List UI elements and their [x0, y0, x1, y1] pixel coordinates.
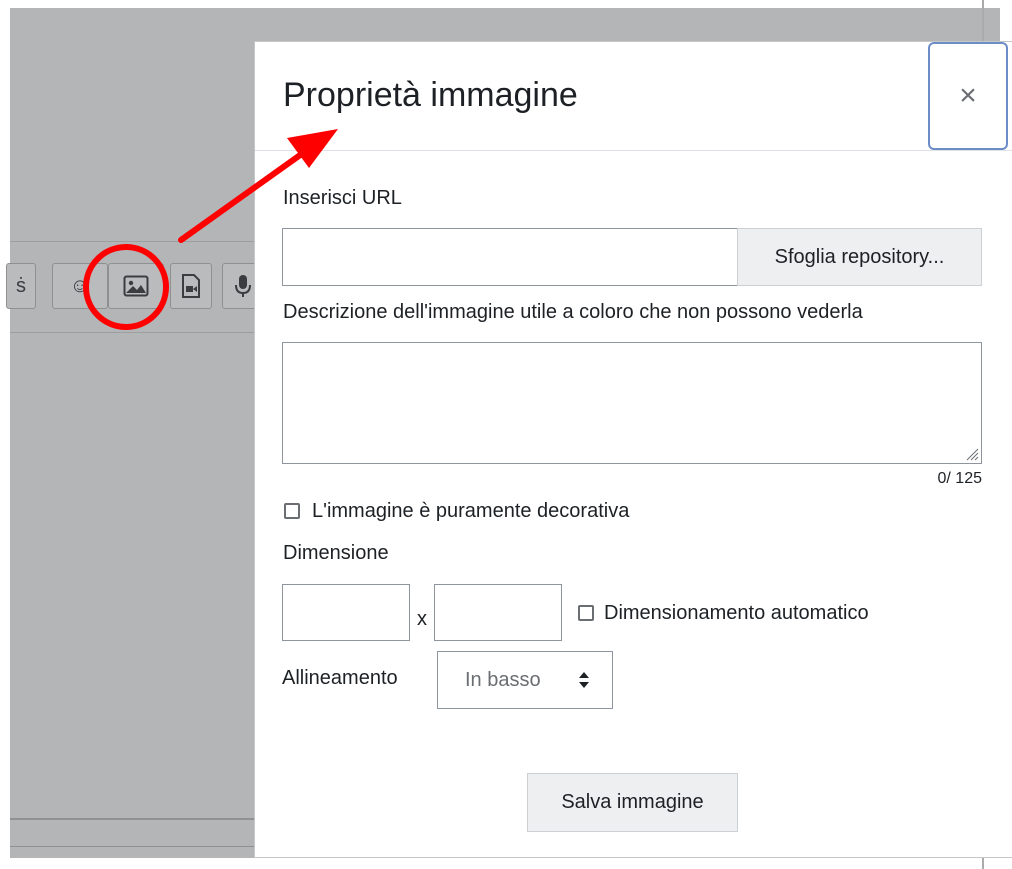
size-label: Dimensione: [283, 542, 389, 564]
auto-size-checkbox[interactable]: [578, 605, 594, 621]
alignment-selected-value: In basso: [465, 669, 541, 691]
close-button[interactable]: ×: [928, 42, 1008, 150]
url-input[interactable]: [282, 228, 738, 286]
resize-grip-icon[interactable]: [965, 447, 979, 461]
editor-footer-border: [10, 846, 260, 847]
editor-toolbar: ṡ ☺: [6, 241, 264, 333]
browse-repositories-button[interactable]: Sfoglia repository...: [737, 228, 982, 286]
width-input[interactable]: [282, 584, 410, 641]
image-button[interactable]: [108, 263, 164, 309]
height-input[interactable]: [434, 584, 562, 641]
image-properties-dialog: Proprietà immagine × Inserisci URL Sfogl…: [255, 42, 1012, 857]
dialog-header: Proprietà immagine ×: [255, 42, 1012, 151]
decorative-label: L'immagine è puramente decorativa: [312, 500, 630, 522]
image-icon: [123, 275, 149, 297]
auto-size-label: Dimensionamento automatico: [604, 602, 869, 624]
toolbar-top-border: [10, 241, 260, 242]
dialog-title: Proprietà immagine: [283, 76, 578, 114]
video-button[interactable]: [170, 263, 212, 309]
description-label: Descrizione dell'immagine utile a coloro…: [283, 301, 863, 323]
character-counter: 0/ 125: [937, 470, 982, 487]
size-separator: x: [417, 608, 427, 630]
emoji-icon: ☺: [69, 274, 91, 297]
decorative-checkbox[interactable]: [284, 503, 300, 519]
video-file-icon: [181, 274, 201, 298]
alignment-select[interactable]: In basso: [437, 651, 613, 709]
save-image-button[interactable]: Salva immagine: [527, 773, 738, 832]
spellcheck-button[interactable]: ṡ: [6, 263, 36, 309]
close-icon: ×: [959, 79, 977, 112]
toolbar-bottom-border: [10, 332, 260, 333]
select-arrows-icon: [579, 672, 589, 688]
spellcheck-icon: ṡ: [16, 274, 26, 297]
editor-bottom-border: [10, 818, 260, 820]
emoji-button[interactable]: ☺: [52, 263, 108, 309]
microphone-icon: [235, 274, 251, 298]
description-textarea[interactable]: [282, 342, 982, 464]
url-label: Inserisci URL: [283, 187, 402, 209]
alignment-label: Allineamento: [282, 667, 398, 689]
